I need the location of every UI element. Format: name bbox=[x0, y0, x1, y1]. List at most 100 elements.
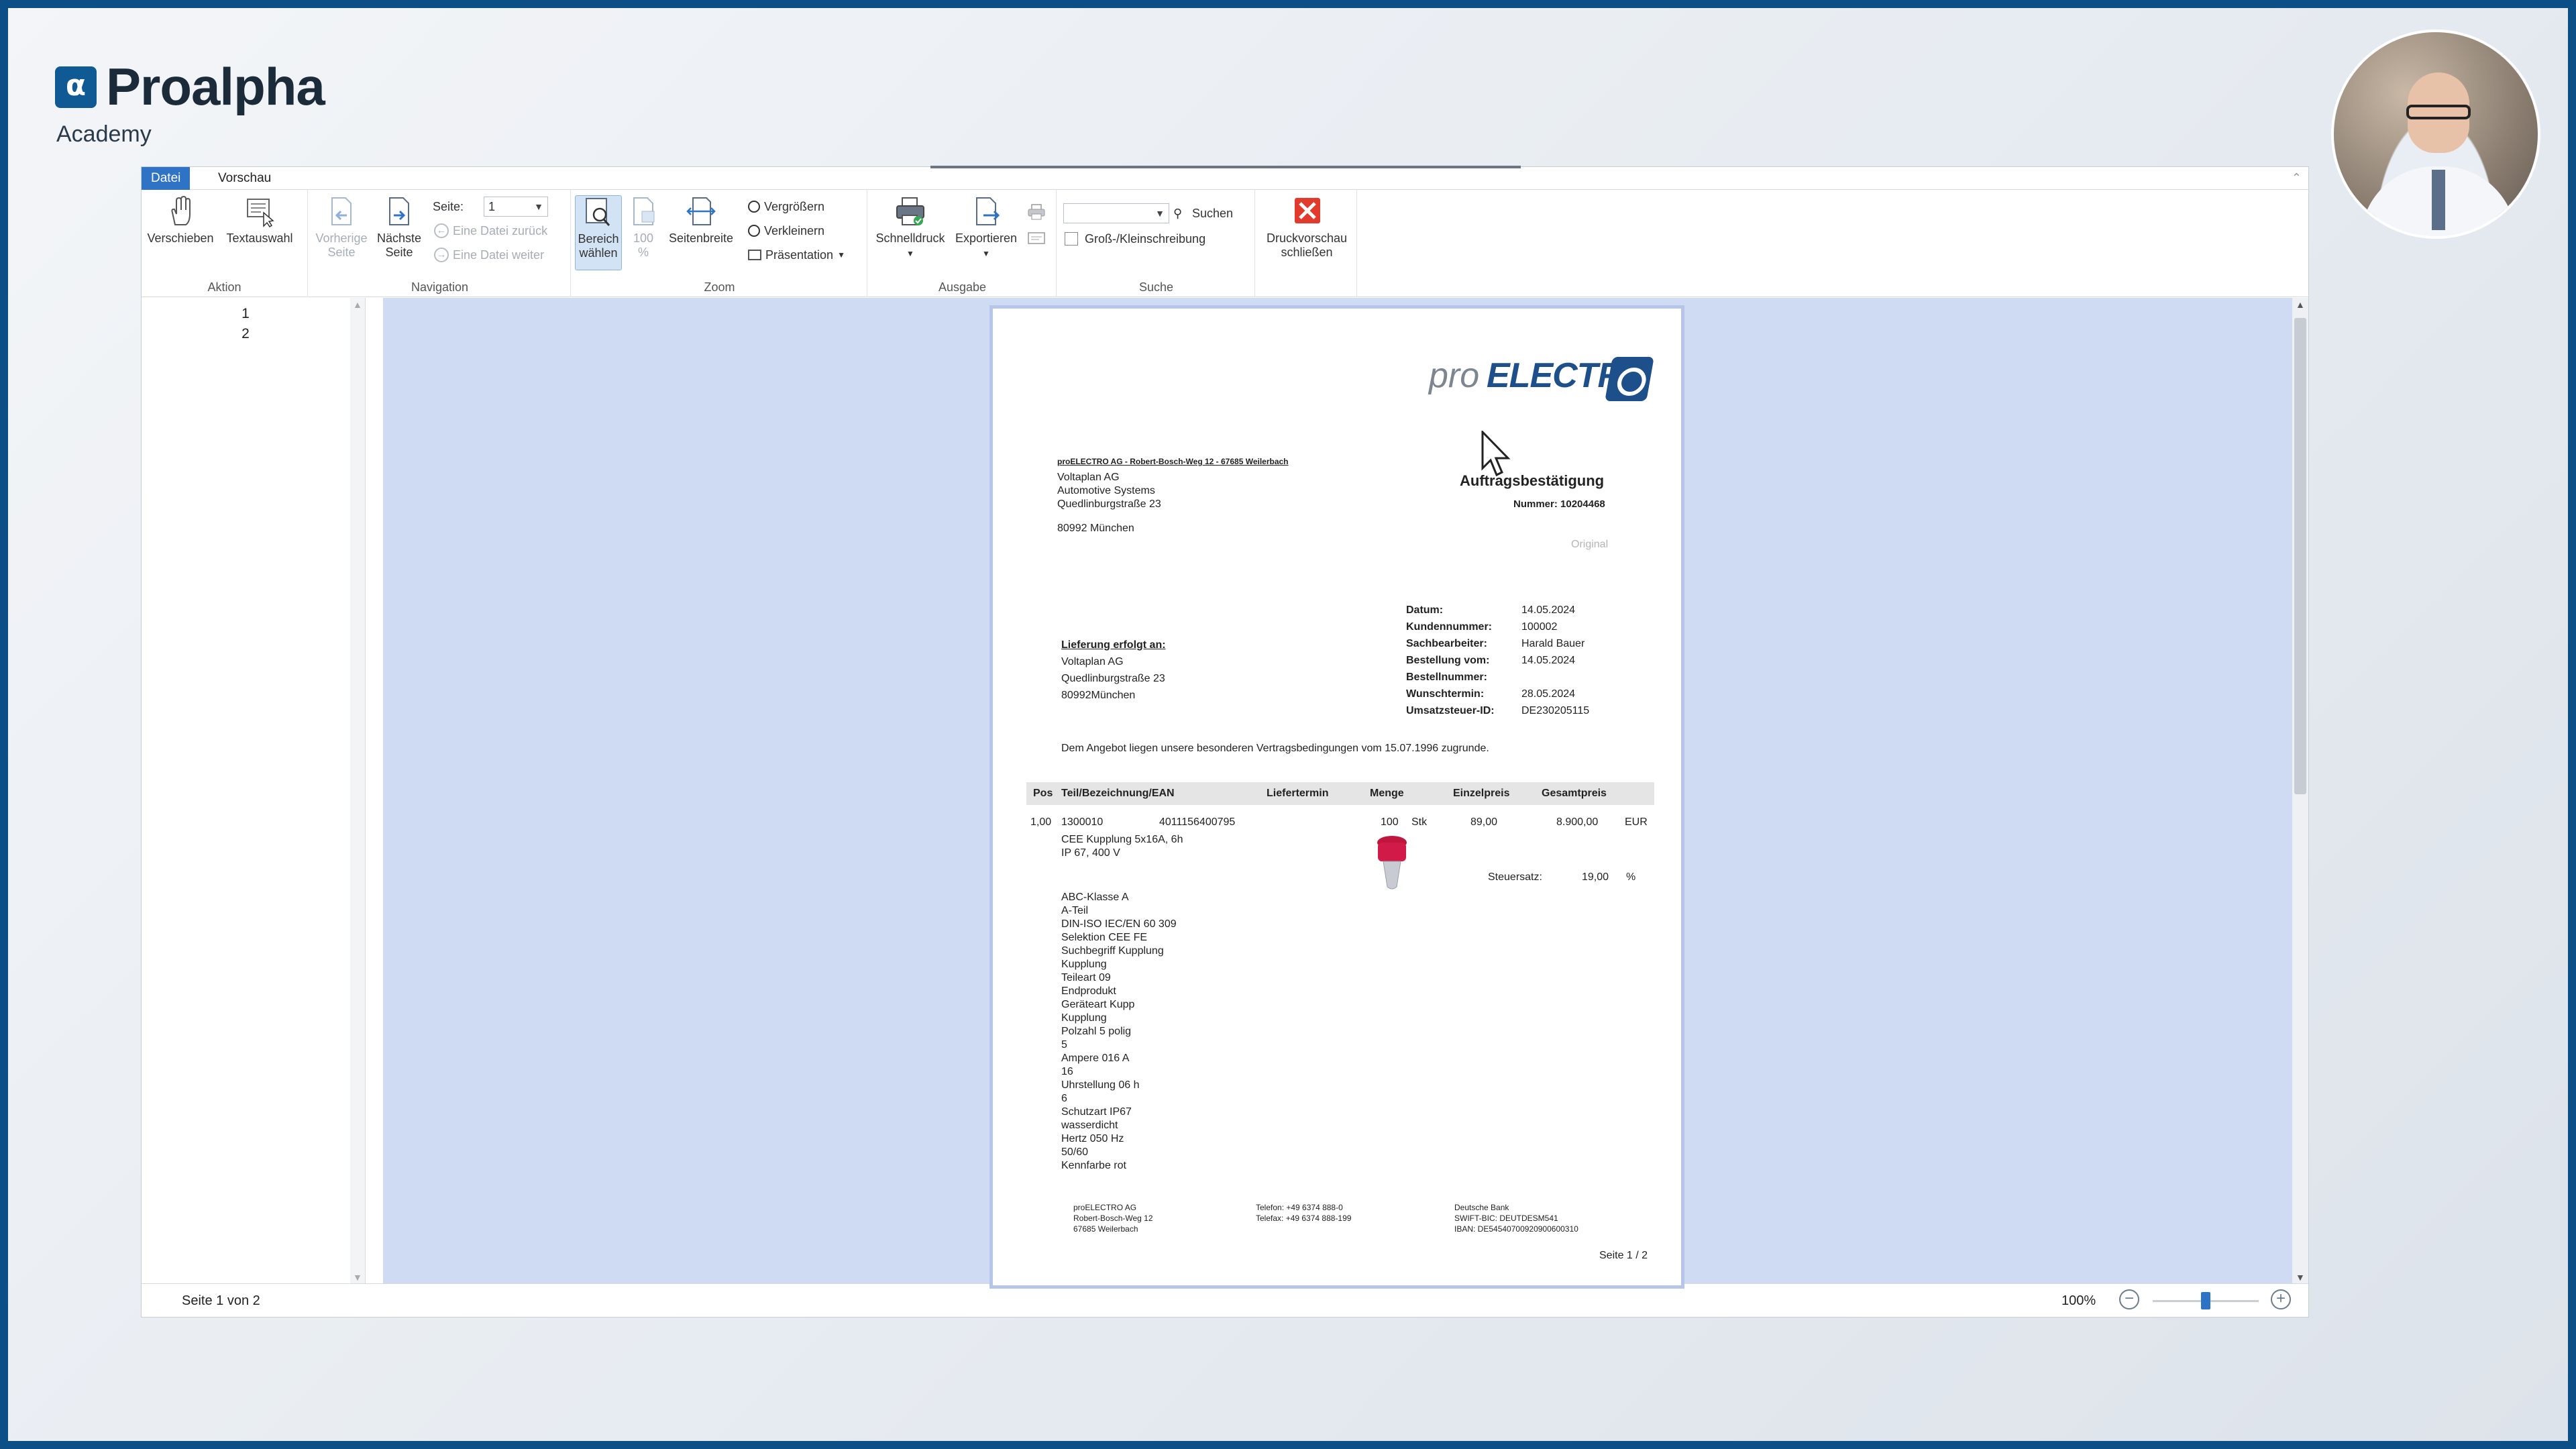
original-mark: Original bbox=[1571, 539, 1609, 550]
footer-col1-line: 67685 Weilerbach bbox=[1073, 1224, 1138, 1234]
grossklein-checkbox[interactable]: Groß-/Kleinschreibung bbox=[1065, 229, 1205, 249]
zoom-in-icon bbox=[748, 201, 760, 213]
presenter-webcam bbox=[2331, 30, 2540, 239]
attribute-line: Kennfarbe rot bbox=[1061, 1160, 1126, 1171]
col-einzelpreis: Einzelpreis bbox=[1453, 788, 1510, 799]
agreement-text: Dem Angebot liegen unsere besonderen Ver… bbox=[1061, 743, 1489, 754]
datei-weiter-label: Eine Datei weiter bbox=[453, 248, 545, 262]
meta-label: Wunschtermin: bbox=[1406, 688, 1485, 700]
chevron-down-icon: ▼ bbox=[837, 250, 845, 260]
ribbon-collapse-icon[interactable]: ⌃ bbox=[2292, 171, 2302, 185]
page-100-icon bbox=[633, 197, 655, 225]
attribute-line: Geräteart Kupp bbox=[1061, 999, 1135, 1010]
naechste-line2: Seite bbox=[385, 246, 413, 259]
chevron-down-icon: ▼ bbox=[1155, 208, 1165, 219]
tab-vorschau[interactable]: Vorschau bbox=[209, 167, 280, 190]
recipient-3: Quedlinburgstraße 23 bbox=[1057, 498, 1161, 510]
textauswahl-label: Textauswahl bbox=[226, 231, 293, 245]
chevron-down-icon: ▼ bbox=[906, 249, 914, 258]
close-icon bbox=[1295, 198, 1320, 223]
brand-logo: α Proalpha Academy bbox=[55, 56, 325, 148]
seite-input[interactable]: 1 ▼ bbox=[484, 197, 548, 217]
mouse-pointer-icon bbox=[1481, 431, 1511, 477]
group-schliessen: Druckvorschau schließen bbox=[1256, 190, 1357, 297]
thumbnail-scrollbar[interactable]: ▲ ▼ bbox=[350, 298, 365, 1284]
zoom-value: 100% bbox=[2061, 1293, 2096, 1308]
exportieren-label: Exportieren bbox=[955, 231, 1018, 245]
search-input[interactable]: ▼ bbox=[1063, 203, 1169, 223]
attribute-line: Kupplung bbox=[1061, 959, 1107, 970]
sender-line: proELECTRO AG - Robert-Bosch-Weg 12 - 67… bbox=[1057, 457, 1289, 466]
attribute-line: Selektion CEE FE bbox=[1061, 932, 1148, 943]
suchen-button[interactable]: ⚲ Suchen bbox=[1173, 203, 1233, 223]
zoom-minus-icon[interactable]: − bbox=[2119, 1289, 2139, 1309]
row-einzelpreis: 89,00 bbox=[1470, 816, 1498, 828]
grossklein-label: Groß-/Kleinschreibung bbox=[1085, 231, 1206, 246]
attribute-line: Teileart 09 bbox=[1061, 972, 1111, 983]
attribute-line: Suchbegriff Kupplung bbox=[1061, 945, 1164, 957]
hand-icon bbox=[171, 195, 191, 225]
page-setup-icon[interactable] bbox=[1027, 230, 1046, 246]
print-small-icon[interactable] bbox=[1027, 203, 1046, 221]
bereich-waehlen-button[interactable]: Bereich wählen bbox=[575, 195, 622, 270]
vergroessern-button[interactable]: Vergrößern bbox=[748, 197, 824, 217]
exportieren-button[interactable]: Exportieren ▼ bbox=[949, 195, 1023, 261]
scroll-up-icon[interactable]: ▲ bbox=[353, 299, 362, 310]
preview-scrollbar[interactable]: ▲ ▼ bbox=[2292, 298, 2308, 1284]
col-pos: Pos bbox=[1033, 788, 1053, 799]
meta-label: Umsatzsteuer-ID: bbox=[1406, 705, 1495, 716]
recipient-1: Voltaplan AG bbox=[1057, 472, 1120, 483]
footer-col1-line: proELECTRO AG bbox=[1073, 1203, 1137, 1212]
zoom-out-icon bbox=[748, 225, 760, 237]
thumbnail-page-2[interactable]: 2 bbox=[142, 326, 350, 342]
schnelldruck-button[interactable]: Schnelldruck ▼ bbox=[873, 195, 948, 261]
zoom-plus-icon[interactable]: + bbox=[2271, 1289, 2291, 1309]
vergroessern-label: Vergrößern bbox=[764, 199, 825, 213]
page-number: Seite 1 / 2 bbox=[1599, 1250, 1648, 1261]
verschieben-button[interactable]: Verschieben bbox=[147, 195, 214, 246]
naechste-seite-button[interactable]: Nächste Seite bbox=[371, 195, 427, 260]
praesentation-button[interactable]: Präsentation ▼ bbox=[748, 245, 845, 265]
vorherige-seite-button[interactable]: Vorherige Seite bbox=[313, 195, 370, 260]
zoom-slider-handle[interactable] bbox=[2201, 1292, 2210, 1309]
seite-label: Seite: bbox=[433, 199, 464, 213]
row-ean: 4011156400795 bbox=[1159, 816, 1236, 828]
attribute-line: 5 bbox=[1061, 1039, 1067, 1051]
footer-col2-line: Telefax: +49 6374 888-199 bbox=[1256, 1214, 1352, 1223]
meta-label: Bestellnummer: bbox=[1406, 672, 1487, 683]
attribute-line: Hertz 050 Hz bbox=[1061, 1133, 1124, 1144]
verkleinern-button[interactable]: Verkleinern bbox=[748, 221, 824, 241]
row-gesamtpreis: 8.900,00 bbox=[1556, 816, 1599, 828]
next-page-icon bbox=[389, 197, 409, 225]
scroll-down-icon[interactable]: ▼ bbox=[353, 1272, 362, 1283]
meta-label: Sachbearbeiter: bbox=[1406, 638, 1487, 649]
brand-subtitle: Academy bbox=[56, 121, 152, 147]
hundert-line1: 100 bbox=[633, 231, 654, 245]
datei-zurueck-button[interactable]: ← Eine Datei zurück bbox=[434, 221, 547, 241]
footer-col3-line: SWIFT-BIC: DEUTDESM541 bbox=[1454, 1214, 1558, 1223]
scroll-up-icon[interactable]: ▲ bbox=[2296, 299, 2305, 310]
scrollbar-thumb[interactable] bbox=[2294, 318, 2306, 794]
verkleinern-label: Verkleinern bbox=[764, 223, 825, 237]
circle-left-icon: ← bbox=[434, 223, 449, 238]
tab-datei[interactable]: Datei bbox=[142, 167, 191, 190]
row-teil: 1300010 bbox=[1061, 816, 1104, 828]
export-icon bbox=[976, 197, 1000, 225]
schnelldruck-label: Schnelldruck bbox=[875, 231, 945, 245]
scroll-down-icon[interactable]: ▼ bbox=[2296, 1272, 2305, 1283]
row-desc2: IP 67, 400 V bbox=[1061, 847, 1120, 859]
group-label-aktion: Aktion bbox=[207, 280, 241, 294]
schliessen-line2: schließen bbox=[1281, 246, 1333, 259]
datei-weiter-button[interactable]: → Eine Datei weiter bbox=[434, 245, 544, 265]
meta-value: 100002 bbox=[1521, 621, 1558, 633]
thumbnail-page-1[interactable]: 1 bbox=[142, 306, 350, 322]
druckvorschau-schliessen-button[interactable]: Druckvorschau schließen bbox=[1262, 195, 1352, 260]
textauswahl-button[interactable]: Textauswahl bbox=[217, 195, 303, 246]
attribute-line: Kupplung bbox=[1061, 1012, 1107, 1024]
meta-label: Bestellung vom: bbox=[1406, 655, 1490, 666]
attribute-line: Endprodukt bbox=[1061, 985, 1116, 997]
seitenbreite-button[interactable]: Seitenbreite bbox=[665, 195, 737, 246]
zoom-100-button[interactable]: 100 % bbox=[623, 195, 663, 260]
row-menge: 100 bbox=[1381, 816, 1399, 828]
meta-value: DE230205115 bbox=[1521, 705, 1590, 716]
